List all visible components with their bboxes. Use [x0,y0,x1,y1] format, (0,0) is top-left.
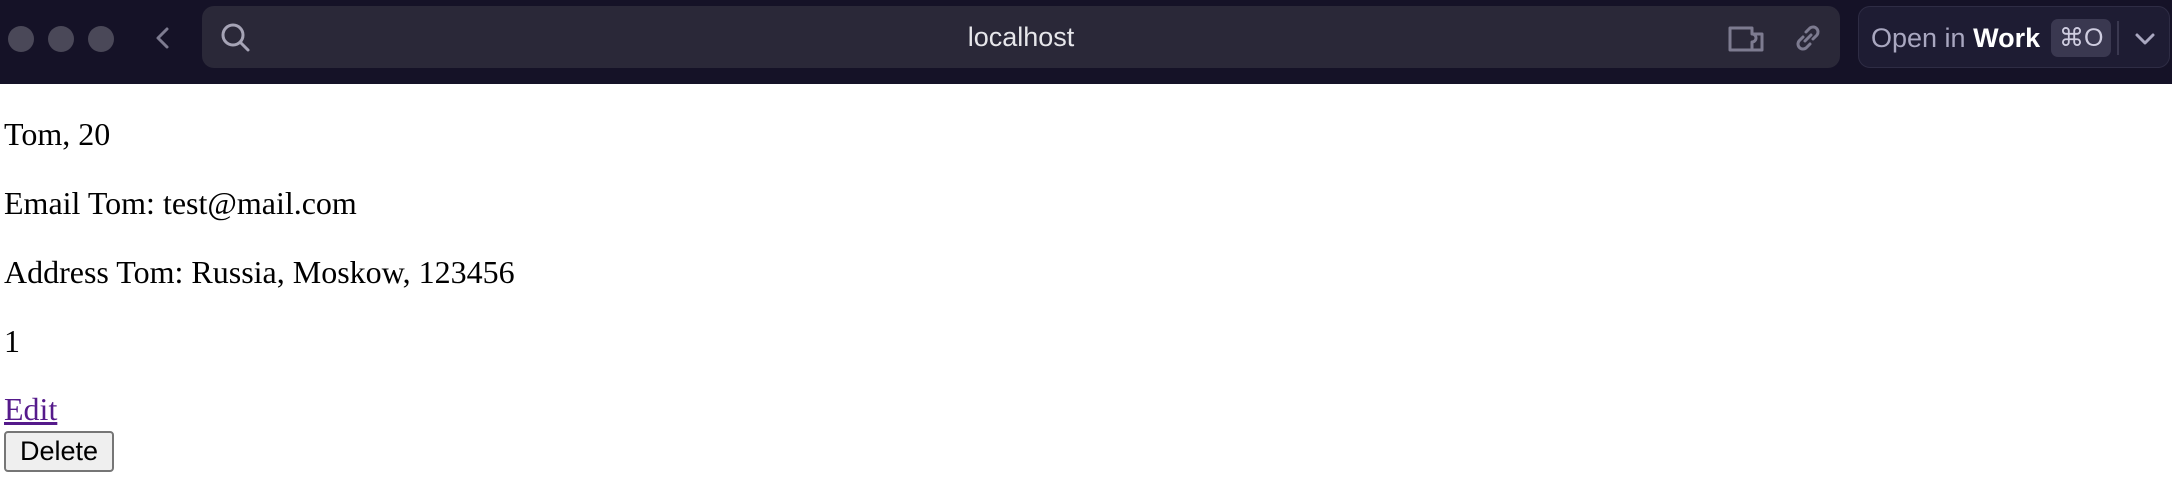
back-button[interactable] [148,20,178,56]
browser-toolbar: localhost Open in Work ⌘O [0,0,2172,84]
user-email: Email Tom: test@mail.com [4,185,357,221]
button-divider [2117,21,2119,55]
chevron-left-icon [156,27,169,49]
delete-button[interactable]: Delete [4,431,115,472]
zoom-dot-icon[interactable] [88,26,114,52]
open-in-label: Open in Work [1871,7,2040,69]
minimize-dot-icon[interactable] [48,26,74,52]
link-icon[interactable] [1790,20,1826,56]
open-in-work-button[interactable]: Open in Work ⌘O [1858,6,2170,68]
open-in-target: Work [1973,23,2041,53]
user-address: Address Tom: Russia, Moskow, 123456 [4,254,515,290]
extension-icon[interactable] [1726,20,1770,56]
open-in-prefix: Open in [1871,23,1966,53]
chevron-down-icon[interactable] [2131,25,2159,53]
edit-link[interactable]: Edit [4,389,57,429]
address-bar[interactable]: localhost [202,6,1840,68]
url-text[interactable]: localhost [202,6,1840,68]
user-name-age: Tom, 20 [4,116,111,152]
close-dot-icon[interactable] [8,26,34,52]
shortcut-badge: ⌘O [2051,19,2112,57]
user-id: 1 [4,323,20,359]
